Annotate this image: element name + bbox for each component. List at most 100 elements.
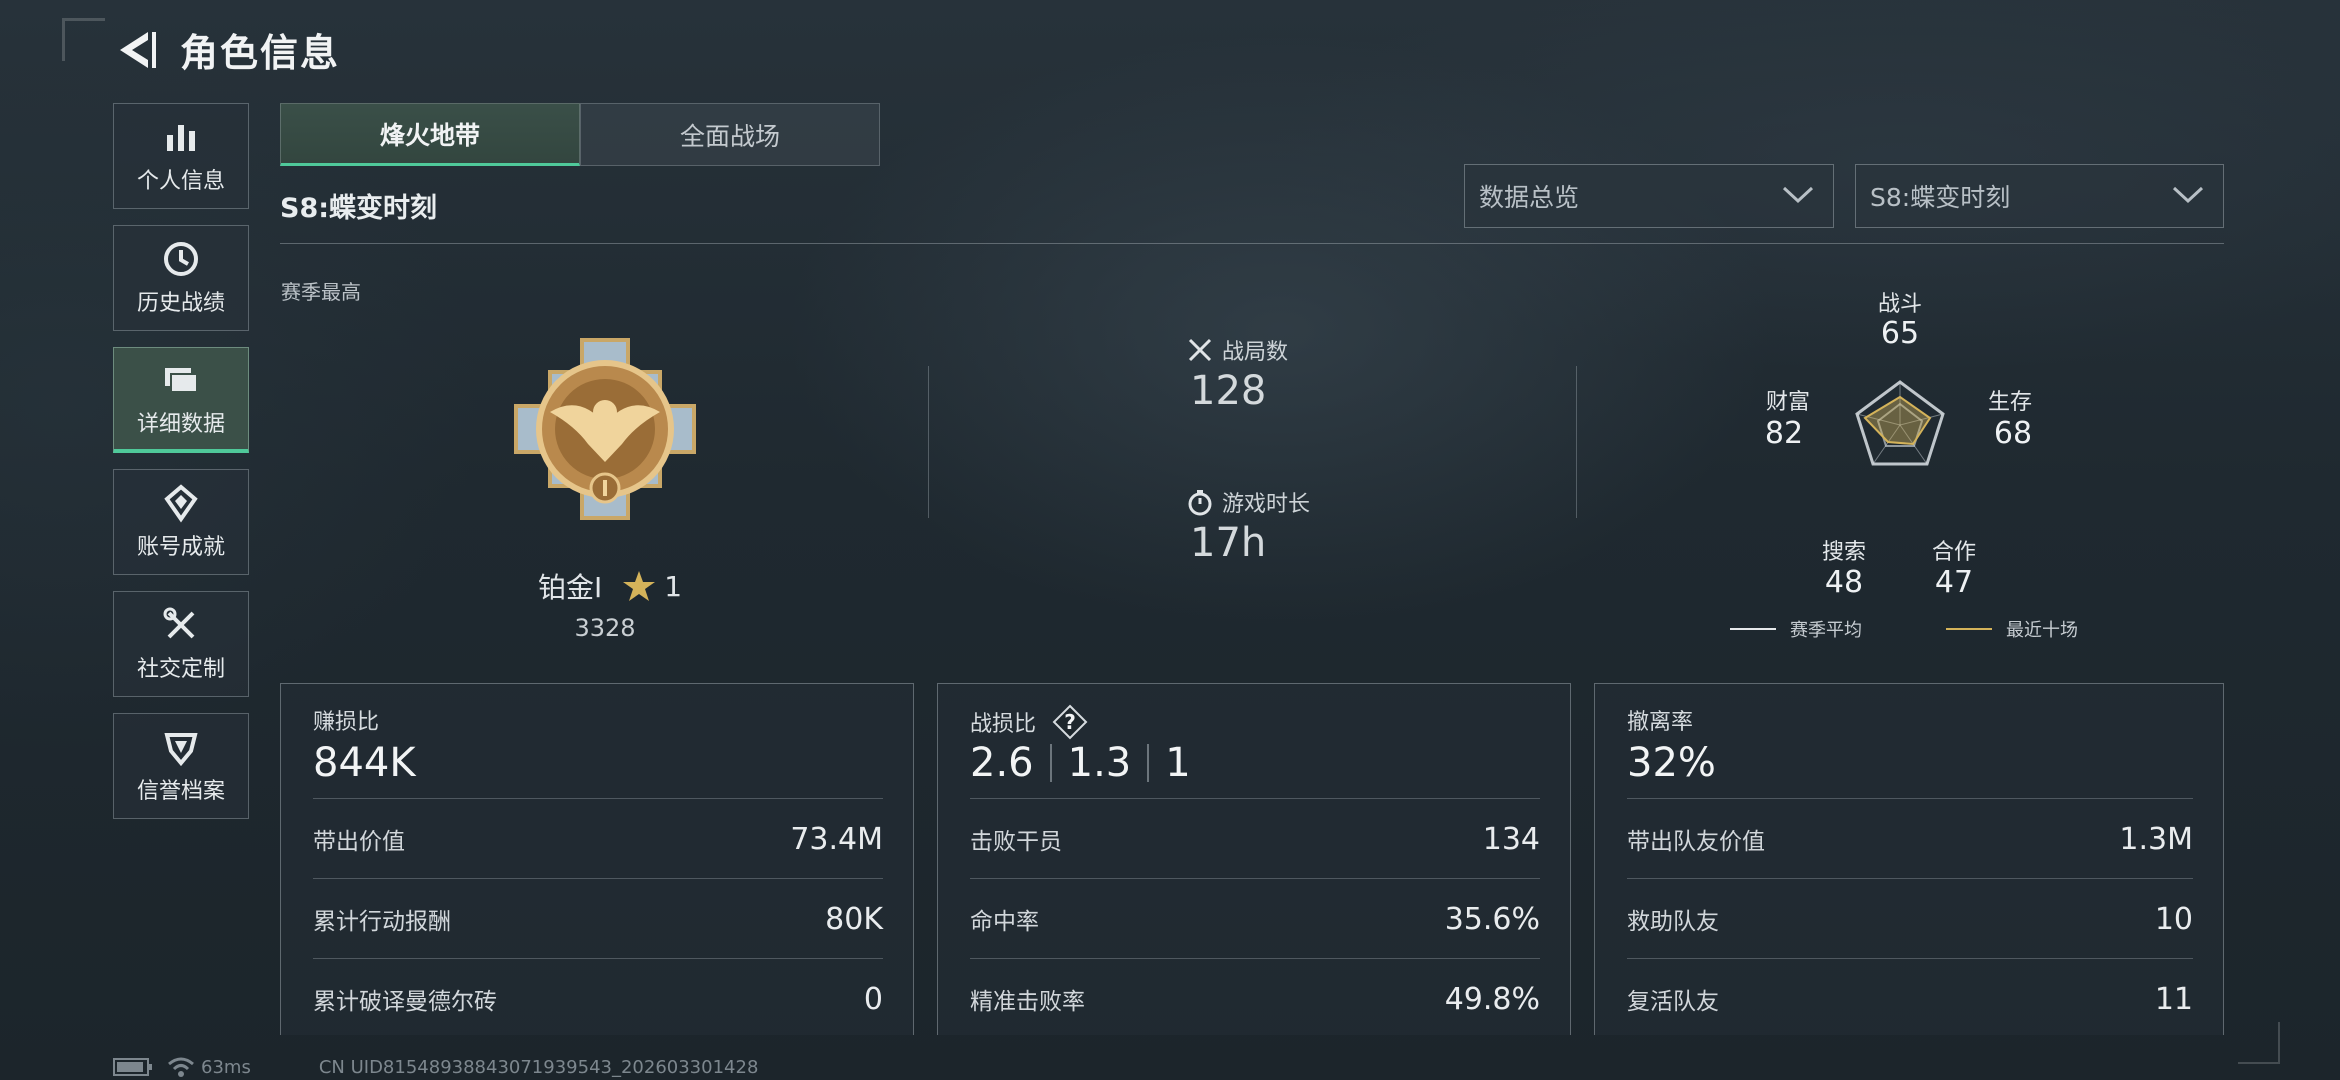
playtime-stat: 游戏时长 17h (1186, 486, 1310, 566)
back-button[interactable] (112, 26, 160, 74)
tools-icon (163, 607, 195, 639)
wifi-icon (168, 1057, 194, 1077)
card-value: 1.3 (1067, 740, 1132, 786)
stat-value: 35.6% (1444, 901, 1540, 937)
stat-row: 带出价值 73.4M (313, 798, 883, 879)
mode-tabs: 烽火地带 全面战场 (280, 103, 880, 166)
stat-key: 带出队友价值 (1627, 829, 1765, 855)
chevron-down-icon (1782, 186, 1814, 204)
stat-key: 精准击败率 (970, 989, 1085, 1015)
legend-label: 赛季平均 (1790, 620, 1862, 641)
sidebar-item-label: 信誉档案 (136, 779, 225, 804)
stat-row: 精准击败率 49.8% (970, 958, 1540, 1039)
stat-key: 救助队友 (1627, 909, 1719, 935)
radar-axis-label: 生存 (1987, 390, 2032, 415)
radar-legend-season-avg: 赛季平均 (1730, 616, 1862, 642)
page-title: 角色信息 (180, 31, 341, 75)
card-value: 32% (1627, 740, 1716, 786)
rank-info: 铂金I 1 (500, 566, 720, 606)
stat-row: 命中率 35.6% (970, 878, 1540, 959)
divider (1049, 744, 1052, 782)
stat-key: 累计破译曼德尔砖 (313, 989, 497, 1015)
tab-warfare[interactable]: 全面战场 (580, 103, 880, 166)
playtime-value: 17h (1190, 520, 1267, 566)
legend-label: 最近十场 (2006, 620, 2078, 641)
status-bar: 63ms CN UID81548938843071939543_20260330… (113, 1056, 758, 1078)
stat-row: 带出队友价值 1.3M (1627, 798, 2193, 879)
sidebar-item-label: 个人信息 (136, 169, 225, 194)
sidebar-item-personal-info[interactable]: 个人信息 (113, 103, 249, 209)
divider (928, 366, 929, 518)
season-dropdown[interactable]: S8:蝶变时刻 (1855, 164, 2224, 228)
stat-row: 累计破译曼德尔砖 0 (313, 958, 883, 1039)
card-value-group: 2.6 1.3 1 (970, 740, 1191, 786)
radar-axis-value: 47 (1934, 565, 1974, 600)
radar-axis-value: 82 (1764, 416, 1804, 451)
season-title: S8:蝶变时刻 (280, 193, 438, 224)
folders-icon (165, 367, 198, 393)
sidebar-item-reputation[interactable]: 信誉档案 (113, 713, 249, 819)
achievement-icon (164, 484, 198, 523)
rank-name: 铂金I (537, 571, 603, 604)
card-value: 844K (313, 740, 416, 786)
dropdown-value: 数据总览 (1479, 183, 1580, 212)
card-label: 赚损比 (313, 710, 380, 735)
stat-value: 10 (2154, 901, 2193, 937)
rank-stars: 1 (664, 569, 683, 603)
help-icon[interactable]: ? (1052, 704, 1088, 740)
matches-value: 128 (1190, 368, 1267, 414)
clock-icon (164, 242, 198, 276)
tab-operations[interactable]: 烽火地带 (280, 103, 580, 166)
radar-axis-label: 战斗 (1877, 292, 1922, 317)
card-value: 2.6 (970, 740, 1034, 786)
stat-key: 命中率 (970, 909, 1039, 935)
bar-chart-icon (167, 125, 195, 151)
radar-axis-label: 搜索 (1821, 540, 1866, 565)
corner-decoration (2238, 1022, 2280, 1064)
season-high-label: 赛季最高 (281, 280, 361, 304)
stat-key: 复活队友 (1627, 989, 1719, 1015)
sidebar: 个人信息 历史战绩 详细数据 账号成就 社交定制 信誉档案 (113, 103, 251, 835)
svg-text:?: ? (1064, 710, 1076, 734)
stat-value: 80K (825, 901, 883, 937)
playtime-label: 游戏时长 (1222, 492, 1311, 517)
crossed-swords-icon (1188, 338, 1212, 362)
combat-card: 战损比 ? 2.6 1.3 1 击败干员 134 命中率 35.6% 精准击败率… (937, 683, 1571, 1035)
radar-legend-recent-ten: 最近十场 (1946, 616, 2078, 642)
profit-card: 赚损比 844K 带出价值 73.4M 累计行动报酬 80K 累计破译曼德尔砖 … (280, 683, 914, 1035)
sidebar-item-label: 历史战绩 (136, 291, 225, 316)
matches-stat: 战局数 128 (1186, 334, 1288, 414)
rank-score: 3328 (574, 614, 636, 642)
corner-decoration (62, 18, 105, 61)
divider (1147, 744, 1150, 782)
radar-axis-value: 68 (1993, 416, 2033, 451)
rank-medal-icon (514, 338, 696, 520)
dropdown-value: S8:蝶变时刻 (1870, 183, 2011, 212)
stat-row: 救助队友 10 (1627, 878, 2193, 959)
chevron-down-icon (2172, 186, 2204, 204)
sidebar-item-label: 社交定制 (136, 657, 225, 682)
sidebar-item-history[interactable]: 历史战绩 (113, 225, 249, 331)
stat-value: 1.3M (2119, 821, 2193, 857)
extract-card: 撤离率 32% 带出队友价值 1.3M 救助队友 10 复活队友 11 (1594, 683, 2224, 1035)
card-label: 撤离率 (1627, 710, 1694, 735)
stat-key: 击败干员 (970, 829, 1062, 855)
star-icon (623, 571, 656, 601)
shield-icon (164, 733, 198, 767)
radar-axis-label: 合作 (1931, 540, 1976, 565)
radar-axis-label: 财富 (1765, 390, 1810, 415)
sidebar-item-social[interactable]: 社交定制 (113, 591, 249, 697)
sidebar-item-achievements[interactable]: 账号成就 (113, 469, 249, 575)
legend-swatch (1946, 628, 1992, 630)
card-label-row: 战损比 ? (970, 704, 1088, 740)
divider (280, 243, 2224, 244)
stat-row: 复活队友 11 (1627, 958, 2193, 1039)
sidebar-item-detailed-data[interactable]: 详细数据 (113, 347, 249, 453)
sidebar-item-label: 详细数据 (136, 411, 225, 437)
stat-value: 134 (1482, 821, 1540, 857)
divider (1576, 366, 1577, 518)
stat-row: 击败干员 134 (970, 798, 1540, 879)
data-type-dropdown[interactable]: 数据总览 (1464, 164, 1834, 228)
sidebar-item-label: 账号成就 (136, 535, 225, 560)
stat-row: 累计行动报酬 80K (313, 878, 883, 959)
